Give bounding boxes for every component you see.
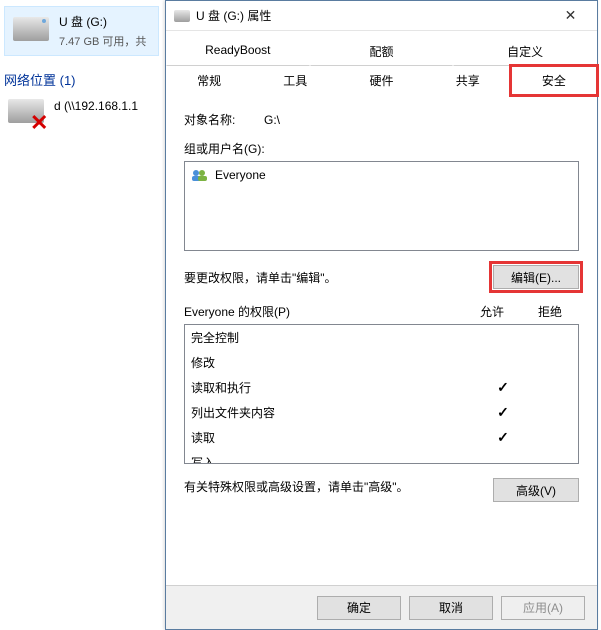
- permissions-list[interactable]: 完全控制修改读取和执行✓列出文件夹内容✓读取✓写入: [184, 324, 579, 464]
- drive-texts: U 盘 (G:) 7.47 GB 可用，共: [59, 13, 146, 49]
- permission-name: 写入: [191, 454, 480, 464]
- ok-button[interactable]: 确定: [317, 596, 401, 620]
- permission-row[interactable]: 写入: [185, 450, 578, 464]
- drive-icon: [13, 17, 49, 41]
- permission-name: 修改: [191, 354, 480, 371]
- permission-row[interactable]: 读取✓: [185, 425, 578, 450]
- permission-name: 列出文件夹内容: [191, 404, 480, 421]
- drive-name: U 盘 (G:): [59, 13, 146, 30]
- dialog-title: U 盘 (G:) 属性: [196, 7, 548, 24]
- dialog-footer: 确定 取消 应用(A): [166, 585, 597, 629]
- groups-list[interactable]: Everyone: [184, 161, 579, 251]
- perm-col-deny: 拒绝: [521, 303, 579, 320]
- perm-col-allow: 允许: [463, 303, 521, 320]
- permission-row[interactable]: 修改: [185, 350, 578, 375]
- group-name: Everyone: [215, 168, 266, 182]
- object-name-label: 对象名称:: [184, 111, 264, 128]
- permissions-header-label: Everyone 的权限(P): [184, 303, 463, 320]
- tab-general[interactable]: 常规: [166, 66, 252, 95]
- edit-hint: 要更改权限，请单击"编辑"。: [184, 269, 337, 286]
- permission-name: 完全控制: [191, 329, 480, 346]
- tab-security[interactable]: 安全: [511, 66, 597, 95]
- title-drive-icon: [174, 10, 190, 22]
- object-name-value: G:\: [264, 113, 280, 127]
- groups-label: 组或用户名(G):: [184, 140, 579, 157]
- advanced-hint: 有关特殊权限或高级设置，请单击"高级"。: [184, 478, 409, 496]
- tab-hardware[interactable]: 硬件: [338, 66, 424, 95]
- permission-row[interactable]: 读取和执行✓: [185, 375, 578, 400]
- group-icon: [191, 168, 209, 182]
- close-button[interactable]: ✕: [548, 2, 593, 30]
- permission-allow: ✓: [480, 379, 526, 396]
- cancel-button[interactable]: 取消: [409, 596, 493, 620]
- permission-row[interactable]: 完全控制: [185, 325, 578, 350]
- edit-button[interactable]: 编辑(E)...: [493, 265, 579, 289]
- permission-name: 读取和执行: [191, 379, 480, 396]
- network-item-name: d (\\192.168.1.1: [54, 99, 138, 113]
- apply-button[interactable]: 应用(A): [501, 596, 585, 620]
- tab-sharing[interactable]: 共享: [425, 66, 511, 95]
- tab-content-security: 对象名称: G:\ 组或用户名(G): Everyone 要更改权限，请单击"编…: [166, 95, 597, 585]
- drive-item[interactable]: U 盘 (G:) 7.47 GB 可用，共: [4, 6, 159, 56]
- tab-strip: ReadyBoost 配额 自定义 常规 工具 硬件 共享 安全: [166, 31, 597, 95]
- drive-sub: 7.47 GB 可用，共: [59, 33, 146, 49]
- permission-allow: ✓: [480, 404, 526, 421]
- tab-custom[interactable]: 自定义: [453, 37, 597, 66]
- titlebar[interactable]: U 盘 (G:) 属性 ✕: [166, 1, 597, 31]
- advanced-button[interactable]: 高级(V): [493, 478, 579, 502]
- properties-dialog: U 盘 (G:) 属性 ✕ ReadyBoost 配额 自定义 常规 工具 硬件…: [165, 0, 598, 630]
- permission-allow: ✓: [480, 429, 526, 446]
- tab-quota[interactable]: 配额: [310, 37, 454, 66]
- permission-name: 读取: [191, 429, 480, 446]
- disconnected-x-icon: ✕: [30, 114, 48, 132]
- tab-readyboost[interactable]: ReadyBoost: [166, 37, 310, 66]
- group-item-everyone[interactable]: Everyone: [189, 166, 574, 184]
- tab-tools[interactable]: 工具: [252, 66, 338, 95]
- permission-row[interactable]: 列出文件夹内容✓: [185, 400, 578, 425]
- network-drive-icon: ✕: [8, 99, 44, 129]
